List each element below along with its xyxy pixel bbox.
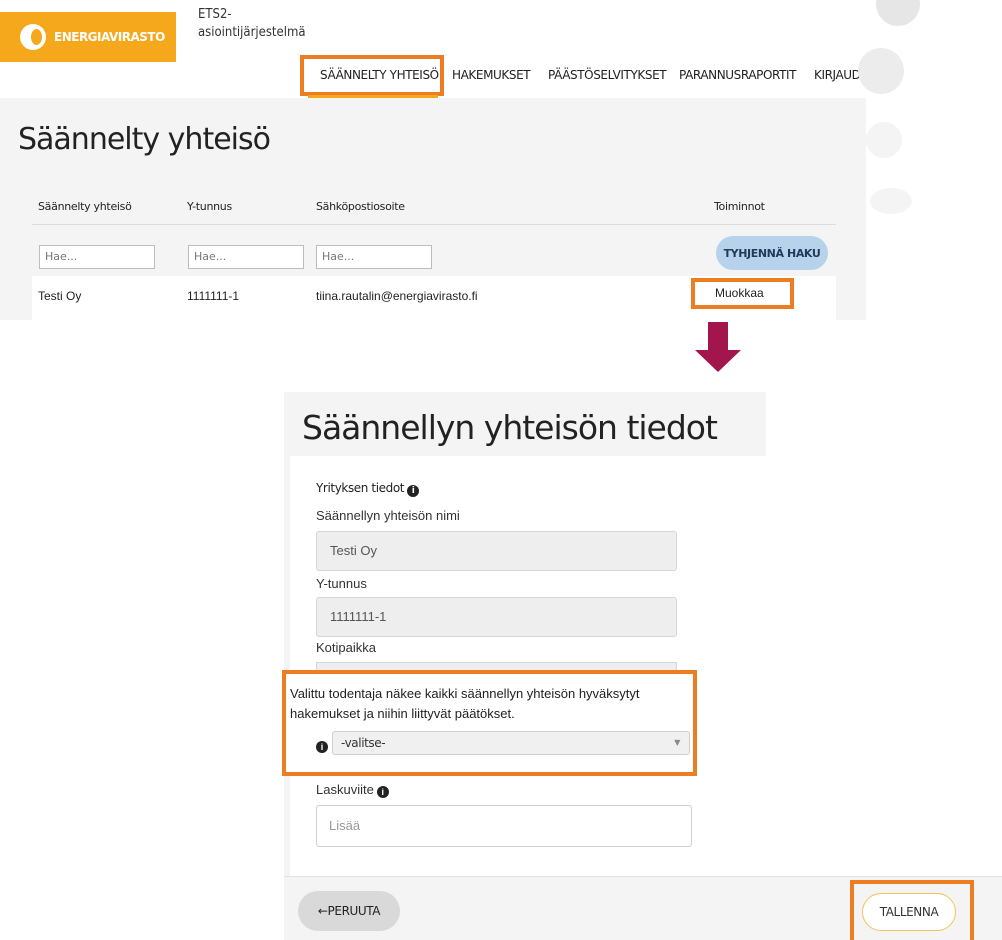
filter-business-id-input[interactable]: Hae... <box>188 245 304 269</box>
info-icon[interactable]: i <box>376 786 389 798</box>
entity-details-title: Säännellyn yhteisön tiedot <box>302 408 718 447</box>
edit-button[interactable]: Muokkaa <box>691 278 794 309</box>
filter-email-input[interactable]: Hae... <box>316 245 432 269</box>
column-header-email: Sähköpostiosoite <box>316 200 405 213</box>
nav-item-improvement-reports[interactable]: PARANNUSRAPORTIT <box>679 68 797 82</box>
cancel-button[interactable]: ←PERUUTA <box>298 891 400 931</box>
invoice-ref-label: Laskuviite i <box>316 782 389 798</box>
invoice-ref-label-text: Laskuviite <box>316 782 374 797</box>
cell-entity-name: Testi Oy <box>38 289 82 303</box>
clear-search-button[interactable]: TYHJENNÄ HAKU <box>716 236 828 270</box>
decorative-circle <box>866 122 902 158</box>
verifier-info-icon[interactable]: i <box>316 736 328 754</box>
verifier-note: Valittu todentaja näkee kaikki säännelly… <box>290 686 640 721</box>
verifier-select[interactable]: -valitse- ▼ <box>332 731 690 755</box>
sun-logo-icon <box>20 24 46 50</box>
decorative-circle <box>870 188 912 214</box>
column-header-entity: Säännelty yhteisö <box>38 200 132 213</box>
decorative-circle <box>858 48 904 94</box>
filter-entity-input[interactable]: Hae... <box>39 245 155 269</box>
nav-item-regulated-entity[interactable]: SÄÄNNELTY YHTEISÖ <box>320 68 439 82</box>
logo-text: ENERGIAVIRASTO <box>54 30 165 44</box>
business-id-field[interactable]: 1111111-1 <box>316 597 677 637</box>
entity-name-label: Säännellyn yhteisön nimi <box>316 508 460 523</box>
company-info-heading-text: Yrityksen tiedot <box>316 481 405 495</box>
energiavirasto-logo[interactable]: ENERGIAVIRASTO <box>0 12 176 62</box>
arrow-down-head <box>695 350 741 372</box>
entity-name-field[interactable]: Testi Oy <box>316 531 677 571</box>
nav-active-underline <box>308 95 438 98</box>
column-header-actions: Toiminnot <box>714 200 765 213</box>
column-header-business-id: Y-tunnus <box>187 200 232 213</box>
table-header-divider <box>32 224 836 225</box>
nav-item-emission-reports[interactable]: PÄÄSTÖSELVITYKSET <box>548 68 667 82</box>
invoice-ref-input[interactable]: Lisää <box>316 805 692 847</box>
verifier-select-value: -valitse- <box>341 736 386 750</box>
decorative-circle <box>876 0 920 26</box>
app-name: ETS2-asiointijärjestelmä <box>198 7 306 40</box>
domicile-label: Kotipaikka <box>316 640 376 655</box>
business-id-label: Y-tunnus <box>316 576 367 591</box>
save-button[interactable]: TALLENNA <box>862 893 956 931</box>
info-icon[interactable]: i <box>407 485 420 497</box>
arrow-down-icon <box>708 322 728 352</box>
page-title: Säännelty yhteisö <box>18 122 271 157</box>
caret-down-icon: ▼ <box>674 738 680 747</box>
cell-email: tiina.rautalin@energiavirasto.fi <box>316 289 478 303</box>
company-info-heading: Yrityksen tiedot i <box>316 481 420 497</box>
cell-business-id: 1111111-1 <box>187 289 240 303</box>
nav-item-applications[interactable]: HAKEMUKSET <box>452 68 531 82</box>
